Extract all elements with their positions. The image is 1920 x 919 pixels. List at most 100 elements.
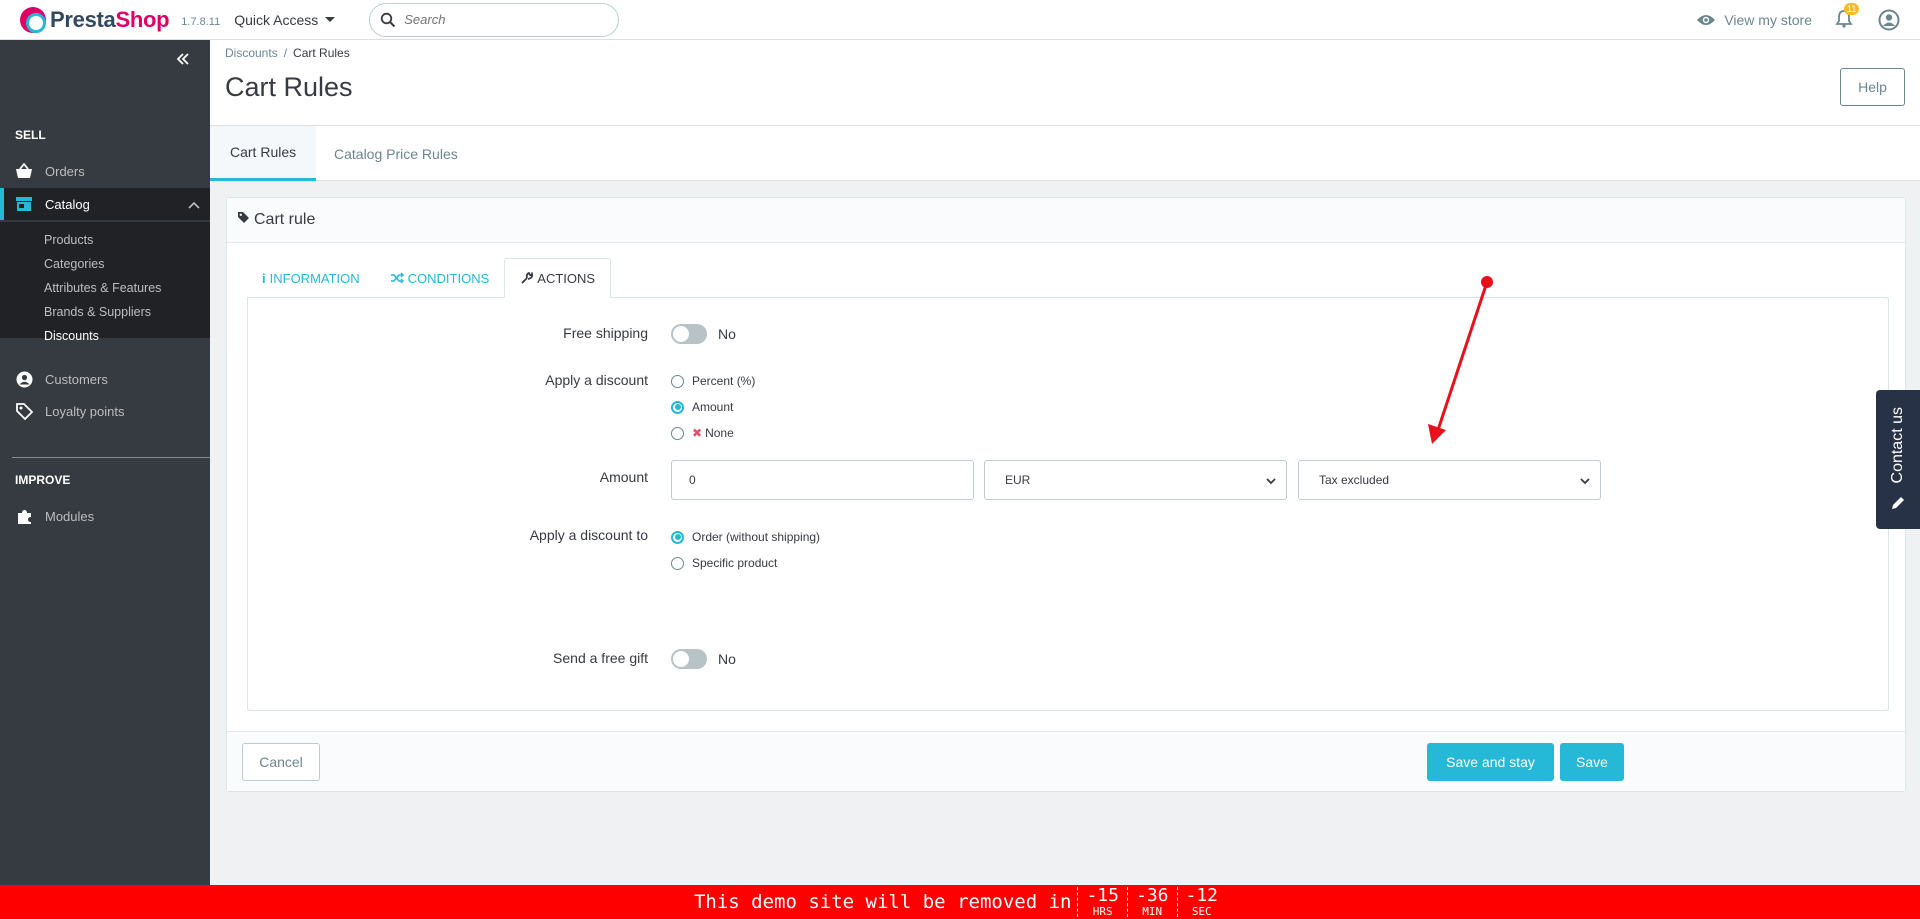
sidebar-section-improve: IMPROVE <box>15 473 71 487</box>
amount-input[interactable]: 0 <box>671 460 974 500</box>
free-gift-label: Send a free gift <box>553 650 648 666</box>
brand-name: PrestaShop <box>50 6 170 32</box>
discount-option-none[interactable]: ✖ None <box>671 426 734 440</box>
sidebar-collapse-button[interactable] <box>176 50 190 71</box>
free-shipping-label: Free shipping <box>563 325 648 341</box>
sidebar-item-orders[interactable]: Orders <box>0 155 210 187</box>
save-button[interactable]: Save <box>1560 743 1624 781</box>
apply-to-option-specific-product[interactable]: Specific product <box>671 556 777 570</box>
basket-icon <box>15 162 33 180</box>
tax-select[interactable]: Tax excluded <box>1298 460 1601 500</box>
submenu-item-attributes-features[interactable]: Attributes & Features <box>0 276 210 300</box>
notifications-button[interactable]: 11 <box>1834 3 1860 31</box>
chevron-down-icon <box>1580 475 1590 489</box>
tab-cart-rules[interactable]: Cart Rules <box>210 126 317 181</box>
contact-us-label: Contact us <box>1889 407 1906 484</box>
amount-label: Amount <box>599 469 648 485</box>
save-and-stay-button[interactable]: Save and stay <box>1427 743 1554 781</box>
radio-button[interactable] <box>671 374 684 388</box>
help-button[interactable]: Help <box>1840 68 1905 106</box>
page-header: Discounts / Cart Rules Cart Rules Help <box>210 40 1920 126</box>
page-title: Cart Rules <box>225 72 353 102</box>
sidebar-section-sell: SELL <box>15 128 46 142</box>
sidebar-item-modules[interactable]: Modules <box>0 500 210 532</box>
free-shipping-value: No <box>718 326 736 342</box>
apply-to-option-order[interactable]: Order (without shipping) <box>671 530 820 544</box>
sidebar-item-label: Orders <box>45 163 85 179</box>
timer-hours: -15 HRS <box>1077 887 1127 917</box>
submenu-item-brands-suppliers[interactable]: Brands & Suppliers <box>0 300 210 324</box>
breadcrumb-current: Cart Rules <box>293 46 350 60</box>
search-input[interactable] <box>404 12 605 27</box>
radio-button[interactable] <box>671 530 684 544</box>
cancel-button[interactable]: Cancel <box>242 743 320 781</box>
user-circle-icon <box>15 370 33 388</box>
breadcrumb-discounts-link[interactable]: Discounts <box>225 46 278 60</box>
apply-discount-to-label: Apply a discount to <box>529 527 648 543</box>
actions-form: Free shipping No Apply a discount Percen… <box>247 297 1889 711</box>
panel-heading: Cart rule <box>227 198 1905 243</box>
breadcrumb-separator: / <box>283 46 288 60</box>
breadcrumb: Discounts / Cart Rules <box>225 46 350 60</box>
cart-rule-panel: Cart rule i INFORMATION CONDITIONS ACTIO… <box>226 197 1906 792</box>
top-bar: PrestaShop 1.7.8.11 Quick Access View my… <box>0 0 1920 40</box>
tab-label: ACTIONS <box>537 270 596 286</box>
user-account-button[interactable] <box>1878 9 1900 31</box>
tab-actions[interactable]: ACTIONS <box>504 258 612 298</box>
tab-label: INFORMATION <box>269 270 360 286</box>
caret-down-icon <box>325 17 336 22</box>
tab-conditions[interactable]: CONDITIONS <box>375 258 505 298</box>
timer-seconds: -12 SEC <box>1176 887 1227 917</box>
quick-access-dropdown[interactable]: Quick Access <box>234 12 336 28</box>
panel-title: Cart rule <box>254 211 316 228</box>
wrench-icon <box>521 271 534 284</box>
submenu-item-products[interactable]: Products <box>0 228 210 252</box>
pencil-icon <box>1892 496 1904 509</box>
discount-option-amount[interactable]: Amount <box>671 400 733 414</box>
sidebar-item-customers[interactable]: Customers <box>0 363 210 395</box>
sidebar-item-label: Loyalty points <box>45 403 125 419</box>
tag-icon <box>237 211 250 229</box>
tab-information[interactable]: i INFORMATION <box>247 258 375 298</box>
view-my-store-link[interactable]: View my store <box>1696 12 1812 28</box>
free-gift-toggle[interactable] <box>671 649 707 669</box>
store-icon <box>15 195 33 213</box>
submenu-item-discounts[interactable]: Discounts <box>0 324 210 348</box>
timer-minutes: -36 MIN <box>1126 887 1177 917</box>
radio-button[interactable] <box>671 400 684 414</box>
page-tabs: Cart Rules Catalog Price Rules <box>210 126 1920 181</box>
radio-label: Amount <box>692 400 734 414</box>
sidebar-item-catalog[interactable]: Catalog <box>0 188 210 220</box>
panel-footer: Cancel Save and stay Save <box>227 731 1905 791</box>
discount-option-percent[interactable]: Percent (%) <box>671 374 755 388</box>
eye-icon <box>1697 15 1716 25</box>
radio-button[interactable] <box>671 556 684 570</box>
free-shipping-toggle[interactable] <box>671 324 707 344</box>
search-box[interactable] <box>369 2 620 37</box>
currency-select[interactable]: EUR <box>984 460 1287 500</box>
tab-label: CONDITIONS <box>407 270 490 286</box>
sidebar-item-label: Modules <box>45 508 95 524</box>
submenu-item-categories[interactable]: Categories <box>0 252 210 276</box>
tag-icon <box>15 402 33 420</box>
contact-us-tab[interactable]: Contact us <box>1876 390 1920 529</box>
tax-selected-value: Tax excluded <box>1319 473 1390 487</box>
sidebar-divider <box>12 457 210 458</box>
prestashop-logo-icon <box>20 6 46 33</box>
apply-discount-label: Apply a discount <box>545 372 648 388</box>
double-chevron-left-icon <box>176 53 189 65</box>
puzzle-icon <box>15 507 33 525</box>
info-icon: i <box>262 270 266 286</box>
cart-rule-tabs: i INFORMATION CONDITIONS ACTIONS <box>247 258 612 298</box>
demo-message: This demo site will be removed in <box>693 891 1072 913</box>
radio-button[interactable] <box>671 426 684 440</box>
prestashop-logo[interactable]: PrestaShop <box>20 6 170 33</box>
radio-label: None <box>705 426 734 440</box>
tab-catalog-price-rules[interactable]: Catalog Price Rules <box>314 126 478 181</box>
main-content: Discounts / Cart Rules Cart Rules Help Car… <box>210 40 1920 885</box>
search-icon <box>381 12 396 27</box>
chevron-down-icon <box>1266 475 1276 489</box>
view-my-store-label: View my store <box>1724 12 1812 28</box>
sidebar-item-loyalty-points[interactable]: Loyalty points <box>0 395 210 427</box>
notification-count-badge: 11 <box>1844 3 1860 15</box>
